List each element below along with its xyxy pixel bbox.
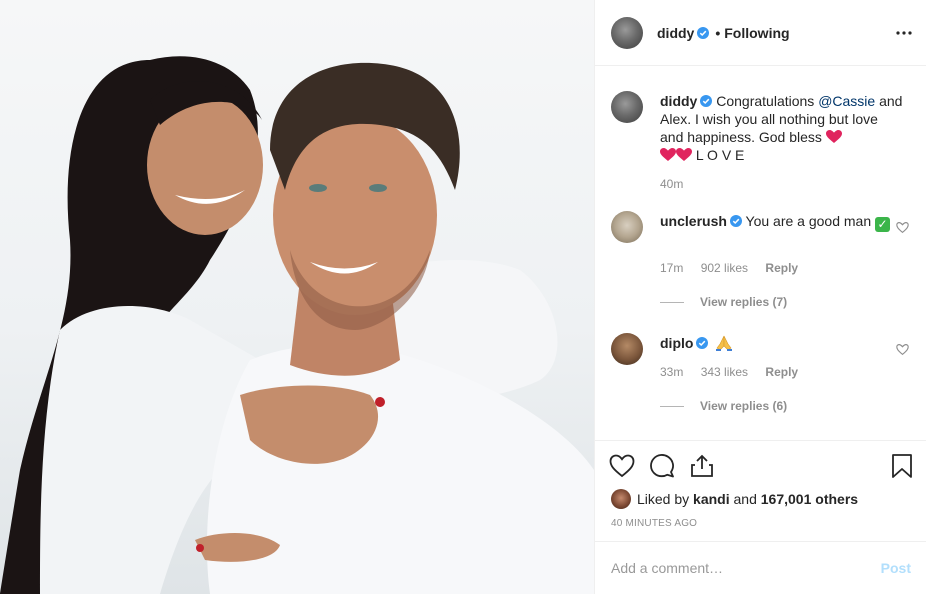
view-replies-button[interactable]: View replies (7) bbox=[660, 295, 787, 309]
caption-time[interactable]: 40m bbox=[660, 177, 683, 191]
view-replies-label: View replies (7) bbox=[700, 295, 788, 309]
replies-divider bbox=[660, 405, 684, 407]
comment-text: unclerush You are a good man ✓ bbox=[660, 212, 904, 232]
comment-body: You are a good man bbox=[745, 213, 872, 229]
caption-username[interactable]: diddy bbox=[660, 93, 697, 109]
following-button[interactable]: Following bbox=[724, 25, 789, 41]
post-comment-button[interactable]: Post bbox=[881, 560, 911, 576]
comment-text: diplo bbox=[660, 334, 904, 352]
caption-author-avatar[interactable] bbox=[611, 91, 643, 123]
caption-text: diddy Congratulations @Cassie and Alex. … bbox=[660, 92, 904, 164]
instagram-post-modal: diddy • Following diddy Congratulations bbox=[0, 0, 926, 594]
post-header: diddy • Following bbox=[595, 0, 926, 66]
caption-emoji-line: L O V E bbox=[695, 147, 745, 163]
praying-hands-emoji bbox=[716, 335, 733, 351]
red-heart-emoji bbox=[825, 130, 842, 143]
liked-by-text: Liked by kandi and 167,001 others bbox=[637, 491, 858, 507]
view-replies-button[interactable]: View replies (6) bbox=[660, 399, 787, 413]
verified-badge-icon bbox=[696, 337, 709, 349]
heart-icon[interactable] bbox=[896, 221, 909, 234]
reply-button[interactable]: Reply bbox=[765, 261, 798, 275]
comment-meta: 33m 343 likes Reply bbox=[660, 365, 812, 379]
comment-meta: 17m 902 likes Reply bbox=[660, 261, 812, 275]
comment-likes[interactable]: 343 likes bbox=[701, 365, 748, 379]
post-photo[interactable] bbox=[0, 0, 594, 594]
red-heart-emoji bbox=[660, 148, 676, 161]
liked-by-others[interactable]: 167,001 others bbox=[761, 491, 858, 507]
reply-button[interactable]: Reply bbox=[765, 365, 798, 379]
add-comment-bar: Post bbox=[595, 541, 926, 594]
verified-badge-icon bbox=[697, 26, 710, 39]
header-separator: • bbox=[715, 24, 721, 41]
comment-username[interactable]: diplo bbox=[660, 335, 693, 351]
more-options-icon[interactable] bbox=[895, 24, 913, 42]
post-actions: Liked by kandi and 167,001 others 40 MIN… bbox=[595, 440, 926, 540]
liked-by: Liked by kandi and 167,001 others bbox=[611, 489, 858, 509]
bookmark-icon[interactable] bbox=[889, 453, 915, 479]
heart-icon[interactable] bbox=[609, 453, 635, 479]
caption-meta: 40m bbox=[660, 177, 697, 191]
verified-badge-icon bbox=[729, 215, 742, 227]
comment-item: diplo 33m 343 likes Reply View replies (… bbox=[611, 333, 911, 433]
comment-time[interactable]: 33m bbox=[660, 365, 683, 379]
comment-item: unclerush You are a good man ✓ 17m 902 l… bbox=[611, 211, 911, 311]
check-mark-emoji: ✓ bbox=[875, 217, 891, 232]
post-timestamp[interactable]: 40 MINUTES AGO bbox=[611, 518, 697, 529]
author-username[interactable]: diddy bbox=[657, 25, 694, 41]
view-replies-label: View replies (6) bbox=[700, 399, 788, 413]
author-avatar[interactable] bbox=[611, 16, 643, 49]
replies-divider bbox=[660, 301, 684, 303]
commenter-avatar[interactable] bbox=[611, 333, 643, 365]
liker-avatar[interactable] bbox=[611, 489, 631, 509]
post-caption: diddy Congratulations @Cassie and Alex. … bbox=[611, 91, 911, 201]
liked-by-prefix: Liked by bbox=[637, 491, 690, 507]
commenter-avatar[interactable] bbox=[611, 211, 643, 243]
liked-by-middle: and bbox=[733, 491, 757, 507]
comment-icon[interactable] bbox=[649, 453, 675, 479]
couple-photo-illustration bbox=[0, 56, 594, 594]
caption-text-before: Congratulations bbox=[716, 93, 815, 109]
comment-likes[interactable]: 902 likes bbox=[701, 261, 748, 275]
comment-time[interactable]: 17m bbox=[660, 261, 683, 275]
comment-username[interactable]: unclerush bbox=[660, 213, 727, 229]
comment-input[interactable] bbox=[611, 560, 881, 576]
verified-badge-icon bbox=[700, 95, 713, 107]
liked-by-user[interactable]: kandi bbox=[693, 491, 730, 507]
heart-icon[interactable] bbox=[896, 343, 909, 356]
comments-list[interactable]: diddy Congratulations @Cassie and Alex. … bbox=[595, 67, 926, 439]
post-side-panel: diddy • Following diddy Congratulations bbox=[594, 0, 926, 594]
mention-link[interactable]: @Cassie bbox=[818, 93, 875, 109]
red-heart-emoji bbox=[676, 148, 692, 161]
share-icon[interactable] bbox=[689, 453, 715, 479]
